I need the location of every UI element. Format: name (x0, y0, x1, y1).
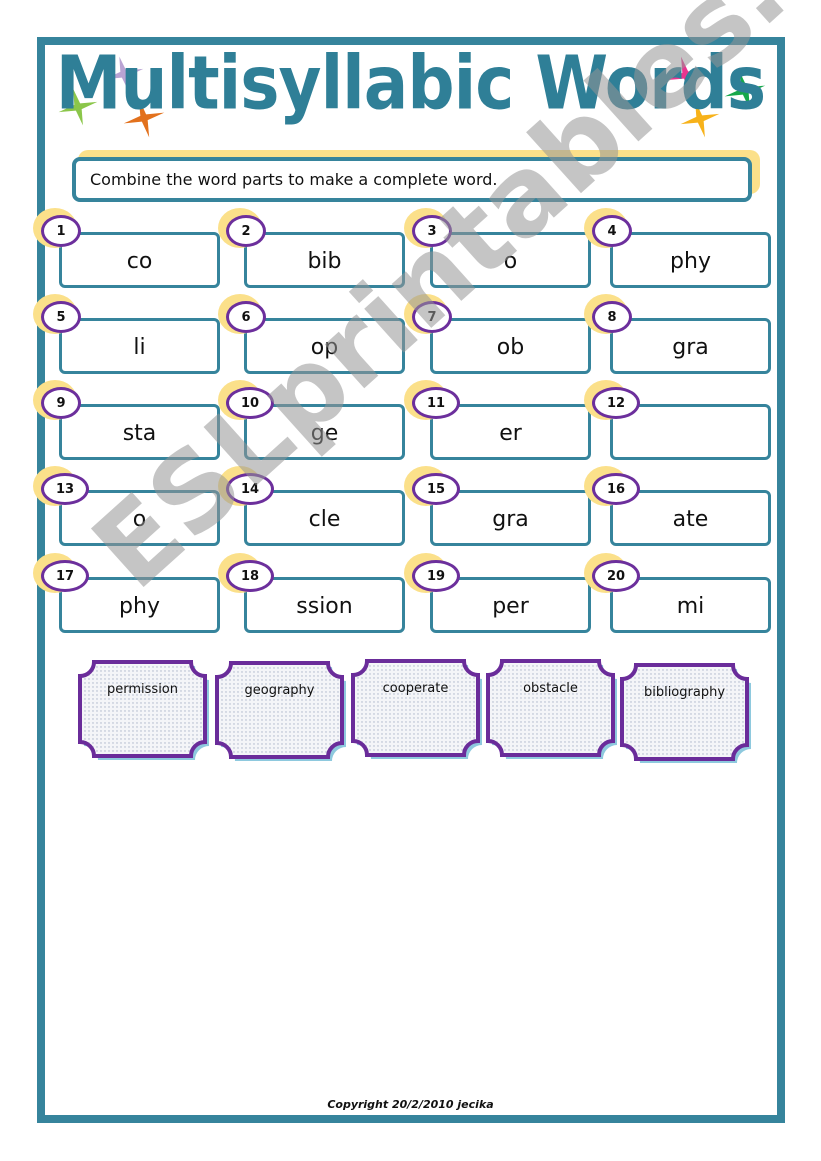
word-card[interactable]: permission (78, 660, 209, 760)
word-part-item: op 6 (218, 294, 405, 374)
word-part-item: er 11 (404, 380, 591, 460)
word-part-text: ge (310, 421, 339, 446)
word-part-text: phy (670, 249, 711, 274)
word-card[interactable]: bibliography (620, 663, 751, 763)
word-card[interactable]: cooperate (351, 659, 482, 759)
item-number-badge: 13 (41, 473, 89, 505)
word-part-text: ate (672, 507, 709, 532)
word-part-item: ge 10 (218, 380, 405, 460)
card-word: bibliography (643, 685, 726, 700)
word-part-text: ssion (296, 594, 353, 619)
card-word: obstacle (523, 681, 578, 696)
word-part-text: cle (308, 507, 341, 532)
answer-box[interactable]: ob (430, 318, 591, 374)
word-part-text: co (126, 249, 153, 274)
card-shape (486, 659, 617, 759)
item-number-badge: 11 (412, 387, 460, 419)
item-number-badge: 19 (412, 560, 460, 592)
instruction-box: Combine the word parts to make a complet… (72, 157, 752, 202)
item-number-badge: 9 (41, 387, 81, 419)
card-shape (215, 661, 346, 761)
word-part-text: mi (676, 594, 705, 619)
word-part-text: phy (119, 594, 160, 619)
word-part-item: ssion 18 (218, 553, 405, 633)
word-part-item: phy 4 (584, 208, 771, 288)
item-number-badge: 4 (592, 215, 632, 247)
word-card[interactable]: obstacle (486, 659, 617, 759)
item-number-badge: 10 (226, 387, 274, 419)
word-part-item: co 1 (33, 208, 220, 288)
word-part-item: per 19 (404, 553, 591, 633)
answer-box[interactable]: li (59, 318, 220, 374)
copyright-text: Copyright 20/2/2010 jecika (327, 1098, 494, 1111)
answer-box[interactable]: phy (610, 232, 771, 288)
word-part-text: o (132, 507, 147, 532)
item-number-badge: 12 (592, 387, 640, 419)
word-part-item: li 5 (33, 294, 220, 374)
answer-box[interactable]: bib (244, 232, 405, 288)
word-part-text: er (499, 421, 522, 446)
answer-box[interactable]: co (59, 232, 220, 288)
word-part-item: ate 16 (584, 466, 771, 546)
word-part-item: bib 2 (218, 208, 405, 288)
word-part-text: per (492, 594, 529, 619)
word-part-text: gra (672, 335, 709, 360)
item-number-badge: 6 (226, 301, 266, 333)
word-part-text: gra (492, 507, 529, 532)
word-part-item: ob 7 (404, 294, 591, 374)
item-number-badge: 15 (412, 473, 460, 505)
card-shape (620, 663, 751, 763)
item-number-badge: 2 (226, 215, 266, 247)
word-part-item: cle 14 (218, 466, 405, 546)
word-part-text: sta (122, 421, 157, 446)
word-part-text: bib (307, 249, 342, 274)
item-number-badge: 14 (226, 473, 274, 505)
word-part-item: mi 20 (584, 553, 771, 633)
item-number-badge: 18 (226, 560, 274, 592)
item-number-badge: 7 (412, 301, 452, 333)
word-part-item: phy 17 (33, 553, 220, 633)
card-shape (351, 659, 482, 759)
word-part-text: li (133, 335, 146, 360)
item-number-badge: 3 (412, 215, 452, 247)
card-word: geography (244, 683, 315, 698)
word-part-item: 12 (584, 380, 771, 460)
page-title: Multisyllabic Words (55, 40, 766, 127)
word-part-text: o (503, 249, 518, 274)
answer-box[interactable]: o (430, 232, 591, 288)
word-part-text: ob (496, 335, 525, 360)
word-part-item: o3 (404, 208, 591, 288)
word-part-text: op (310, 335, 339, 360)
item-number-badge: 20 (592, 560, 640, 592)
answer-box[interactable]: op (244, 318, 405, 374)
answer-box[interactable]: gra (610, 318, 771, 374)
word-part-item: gra 8 (584, 294, 771, 374)
item-number-badge: 5 (41, 301, 81, 333)
instruction-text: Combine the word parts to make a complet… (90, 170, 498, 189)
word-part-item: sta 9 (33, 380, 220, 460)
card-word: permission (107, 682, 178, 697)
word-part-item: o 13 (33, 466, 220, 546)
item-number-badge: 8 (592, 301, 632, 333)
item-number-badge: 1 (41, 215, 81, 247)
word-card[interactable]: geography (215, 661, 346, 761)
word-part-item: gra 15 (404, 466, 591, 546)
item-number-badge: 16 (592, 473, 640, 505)
item-number-badge: 17 (41, 560, 89, 592)
answer-box[interactable]: sta (59, 404, 220, 460)
card-shape (78, 660, 209, 760)
card-word: cooperate (382, 681, 449, 696)
